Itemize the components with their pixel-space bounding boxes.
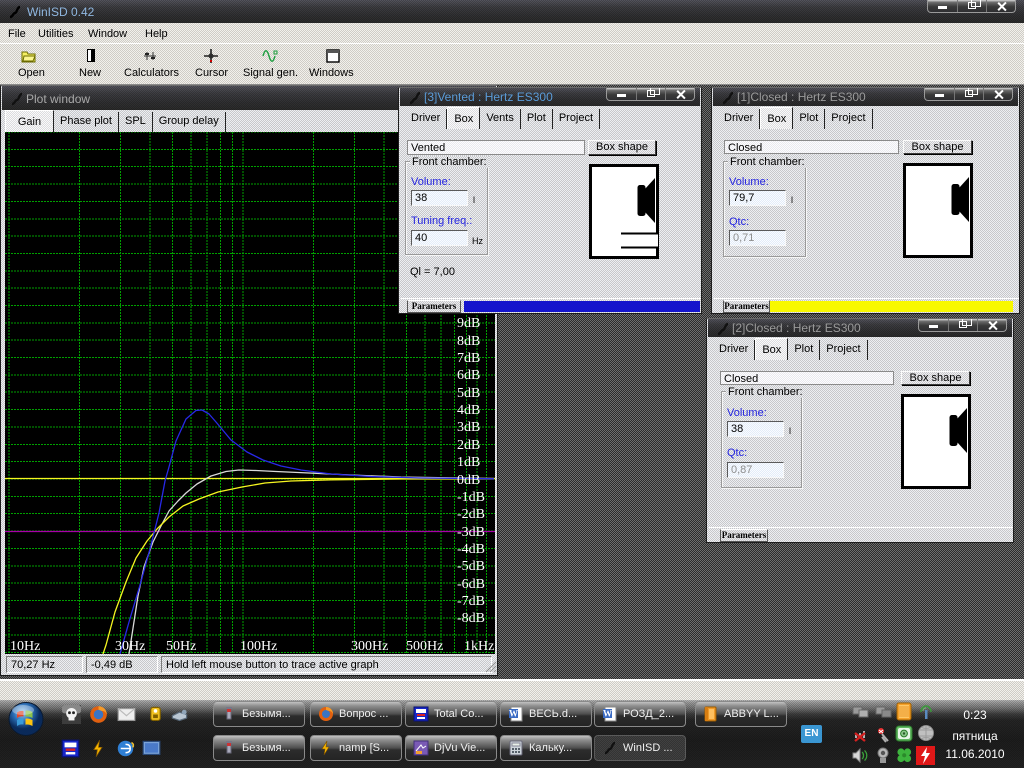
svg-text:7dB: 7dB <box>457 351 480 366</box>
svg-text:1dB: 1dB <box>457 455 480 470</box>
svg-text:1kHz: 1kHz <box>464 639 494 654</box>
svg-text:0dB: 0dB <box>457 473 480 488</box>
svg-text:10Hz: 10Hz <box>10 639 40 654</box>
svg-text:300Hz: 300Hz <box>351 639 388 654</box>
svg-text:8dB: 8dB <box>457 334 480 349</box>
svg-text:500Hz: 500Hz <box>406 639 443 654</box>
svg-text:2dB: 2dB <box>457 438 480 453</box>
svg-text:4dB: 4dB <box>457 403 480 418</box>
svg-text:-7dB: -7dB <box>457 594 485 609</box>
svg-text:W: W <box>509 709 518 719</box>
svg-text:-8dB: -8dB <box>457 611 485 626</box>
svg-text:-2dB: -2dB <box>457 507 485 522</box>
svg-text:30Hz: 30Hz <box>115 639 145 654</box>
svg-text:50Hz: 50Hz <box>166 639 196 654</box>
svg-text:W: W <box>603 709 612 719</box>
svg-text:-4dB: -4dB <box>457 542 485 557</box>
svg-text:6dB: 6dB <box>457 368 480 383</box>
svg-text:-1dB: -1dB <box>457 490 485 505</box>
svg-text:100Hz: 100Hz <box>240 639 277 654</box>
svg-text:-3dB: -3dB <box>457 525 485 540</box>
svg-text:3dB: 3dB <box>457 420 480 435</box>
svg-text:5dB: 5dB <box>457 386 480 401</box>
svg-text:-6dB: -6dB <box>457 577 485 592</box>
svg-text:-5dB: -5dB <box>457 559 485 574</box>
svg-text:9dB: 9dB <box>457 316 480 331</box>
